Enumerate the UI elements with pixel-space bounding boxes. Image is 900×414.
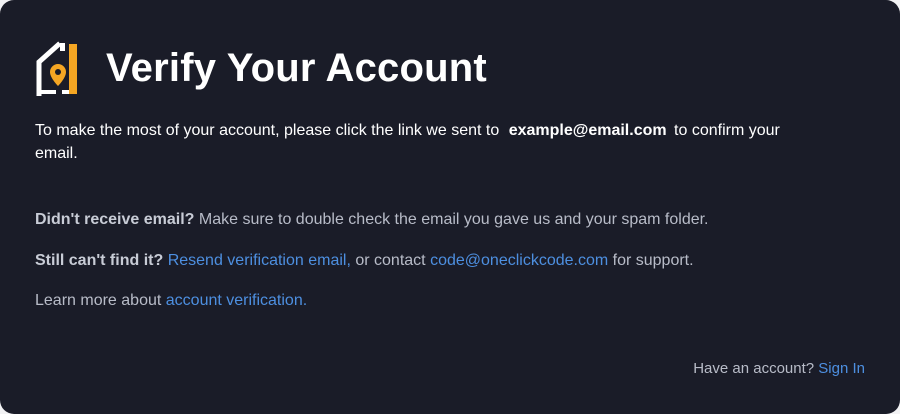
still-cant-label: Still can't find it? <box>35 252 164 269</box>
user-email: example@email.com <box>508 122 667 139</box>
support-suffix: for support. <box>612 252 694 269</box>
sign-in-link[interactable]: Sign In <box>818 360 865 377</box>
account-verification-link[interactable]: account verification. <box>166 292 307 309</box>
still-cant-find-paragraph: Still can't find it? Resend verification… <box>35 251 694 271</box>
header: Verify Your Account <box>34 40 487 96</box>
support-email-link[interactable]: code@oneclickcode.com <box>430 252 608 269</box>
not-received-text: Make sure to double check the email you … <box>198 211 709 228</box>
intro-text-before: To make the most of your account, please… <box>35 122 500 139</box>
have-account-text: Have an account? <box>693 360 815 377</box>
house-location-pin-icon <box>36 41 77 96</box>
contact-text: or contact <box>355 252 426 269</box>
intro-paragraph: To make the most of your account, please… <box>35 119 795 165</box>
not-received-label: Didn't receive email? <box>35 211 195 228</box>
not-received-paragraph: Didn't receive email? Make sure to doubl… <box>35 210 709 230</box>
verify-account-card: Verify Your Account To make the most of … <box>0 0 900 414</box>
learn-more-paragraph: Learn more about account verification. <box>35 291 307 311</box>
page-title: Verify Your Account <box>106 46 487 90</box>
learn-more-text: Learn more about <box>35 292 162 309</box>
resend-verification-link[interactable]: Resend verification email, <box>168 252 351 269</box>
footer: Have an account? Sign In <box>693 359 865 379</box>
